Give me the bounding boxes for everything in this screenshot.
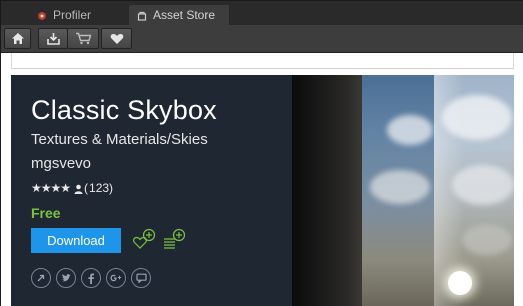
user-icon [74, 183, 83, 194]
facebook-icon[interactable] [81, 268, 101, 288]
asset-price: Free [31, 205, 61, 221]
skybox-preview-image [292, 75, 514, 306]
downloads-icon [46, 32, 61, 46]
heart-icon [110, 33, 124, 45]
skybox-panel-dark [292, 75, 362, 306]
asset-rating: ★★★★ ( 123) [31, 181, 113, 195]
cloud [462, 225, 512, 255]
sun [448, 271, 472, 295]
share-icon[interactable] [31, 268, 51, 288]
download-button[interactable]: Download [31, 228, 121, 253]
tab-asset-store[interactable]: Asset Store [129, 5, 229, 25]
asset-store-window: Profiler Asset Store Classic Skybox Text… [0, 0, 523, 306]
tab-bar: Profiler Asset Store [1, 1, 523, 25]
home-icon [11, 32, 25, 45]
header-strip [11, 53, 514, 69]
add-to-list-button[interactable] [163, 228, 187, 255]
wishlist-button[interactable] [101, 28, 132, 49]
toolbar [1, 25, 523, 53]
store-icon [137, 10, 147, 21]
store-content: Classic Skybox Textures & Materials/Skie… [1, 53, 523, 306]
asset-publisher-link[interactable]: mgsvevo [31, 155, 91, 172]
add-to-wishlist-button[interactable] [133, 228, 157, 255]
profiler-icon [37, 10, 47, 20]
asset-category-link[interactable]: Textures & Materials/Skies [31, 131, 208, 148]
cart-icon [75, 32, 92, 45]
comment-icon[interactable] [131, 268, 151, 288]
cloud [442, 95, 512, 140]
list-plus-icon [163, 228, 187, 254]
rating-count-wrapper: ( 123) [74, 181, 113, 195]
cloud [452, 165, 514, 205]
twitter-icon[interactable] [56, 268, 76, 288]
rating-count: ( 123) [84, 181, 114, 195]
asset-title: Classic Skybox [31, 95, 217, 125]
cart-button[interactable] [67, 28, 99, 49]
tab-label: Asset Store [153, 8, 216, 22]
cloud [387, 115, 433, 145]
heart-plus-icon [133, 228, 157, 254]
google-plus-icon[interactable] [106, 268, 126, 288]
cloud [370, 170, 430, 204]
tab-profiler[interactable]: Profiler [29, 5, 101, 25]
rating-stars: ★★★★ [31, 181, 71, 195]
tab-label: Profiler [53, 8, 92, 22]
social-share-bar [31, 268, 151, 288]
downloads-button[interactable] [38, 28, 68, 49]
home-button[interactable] [4, 28, 31, 49]
asset-banner: Classic Skybox Textures & Materials/Skie… [11, 75, 514, 306]
